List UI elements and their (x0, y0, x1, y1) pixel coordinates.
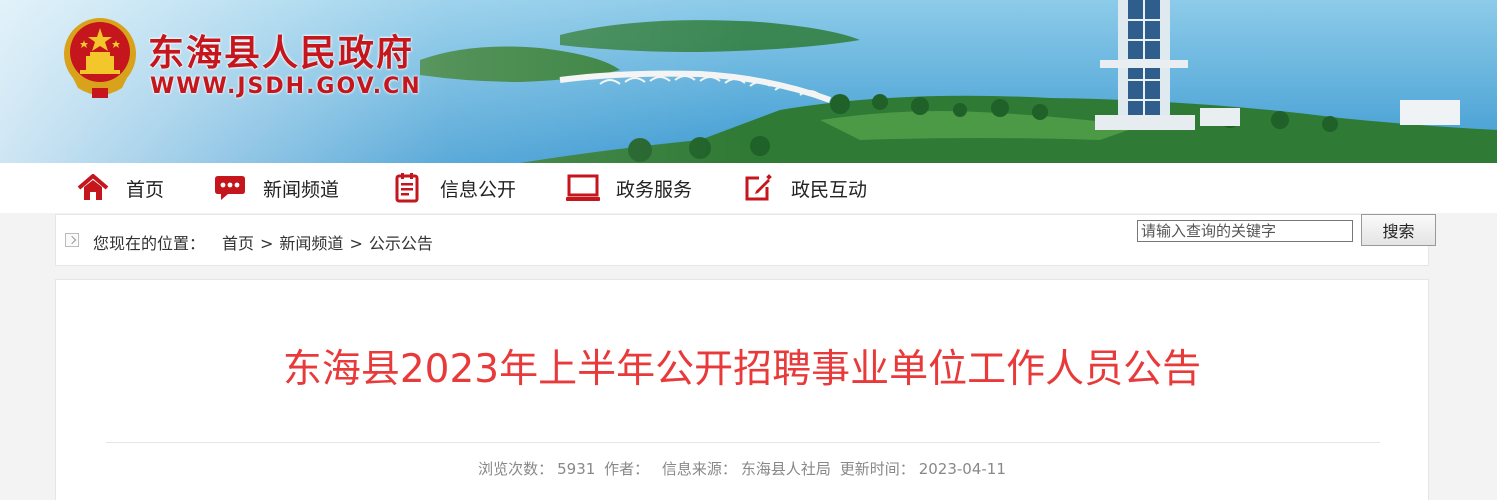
article-card: 东海县2023年上半年公开招聘事业单位工作人员公告 浏览次数： 5931 作者： … (55, 279, 1429, 500)
main-nav: 首页 新闻频道 信息公开 政务服务 政民互动 (0, 163, 1497, 213)
nav-label: 新闻频道 (263, 178, 340, 201)
site-title: 东海县人民政府 (148, 32, 415, 74)
location-arrow-icon (65, 233, 79, 247)
nav-item-interaction[interactable]: 政民互动 (741, 163, 867, 213)
header-banner: 东海县人民政府 WWW.JSDH.GOV.CN (0, 0, 1497, 163)
document-icon (390, 173, 424, 203)
breadcrumb-separator: > (349, 234, 363, 253)
article-meta: 浏览次数： 5931 作者： 信息来源： 东海县人社局 更新时间： 2023-04-1… (56, 458, 1428, 479)
updated-value: 2023-04-11 (918, 460, 1006, 478)
nav-label: 首页 (126, 178, 165, 201)
nav-item-home[interactable]: 首页 (76, 163, 164, 213)
divider (106, 442, 1380, 443)
breadcrumb-prefix: 您现在的位置： (93, 234, 206, 253)
home-icon (76, 173, 110, 203)
breadcrumb-separator: > (260, 234, 274, 253)
article-title: 东海县2023年上半年公开招聘事业单位工作人员公告 (282, 347, 1202, 392)
nav-item-news[interactable]: 新闻频道 (213, 163, 339, 213)
edit-icon (741, 173, 775, 203)
national-emblem-icon (64, 18, 136, 98)
updated-label: 更新时间： (839, 460, 915, 478)
site-domain: WWW.JSDH.GOV.CN (150, 74, 422, 99)
source-value: 东海县人社局 (740, 460, 831, 478)
author-label: 作者： (604, 460, 650, 478)
breadcrumb-link-news[interactable]: 新闻频道 (279, 234, 343, 253)
nav-label: 信息公开 (440, 178, 517, 201)
nav-item-info-disclosure[interactable]: 信息公开 (390, 163, 516, 213)
breadcrumb-link-notices[interactable]: 公示公告 (369, 234, 433, 253)
breadcrumb-bar: 您现在的位置： 首页 > 新闻频道 > 公示公告 搜索 (55, 214, 1436, 266)
breadcrumb: 首页 > 新闻频道 > 公示公告 (222, 230, 433, 254)
search-input[interactable] (1137, 220, 1353, 242)
source-label: 信息来源： (661, 460, 737, 478)
search-button[interactable]: 搜索 (1361, 214, 1436, 246)
nav-label: 政务服务 (616, 178, 693, 201)
site-brand[interactable]: 东海县人民政府 WWW.JSDH.GOV.CN (62, 16, 422, 106)
chat-bubble-icon (213, 173, 247, 203)
monitor-icon (566, 173, 600, 203)
breadcrumb-link-home[interactable]: 首页 (222, 234, 254, 253)
nav-item-gov-services[interactable]: 政务服务 (566, 163, 692, 213)
nav-label: 政民互动 (791, 178, 868, 201)
views-label: 浏览次数： (478, 460, 554, 478)
views-count: 5931 (557, 460, 596, 478)
